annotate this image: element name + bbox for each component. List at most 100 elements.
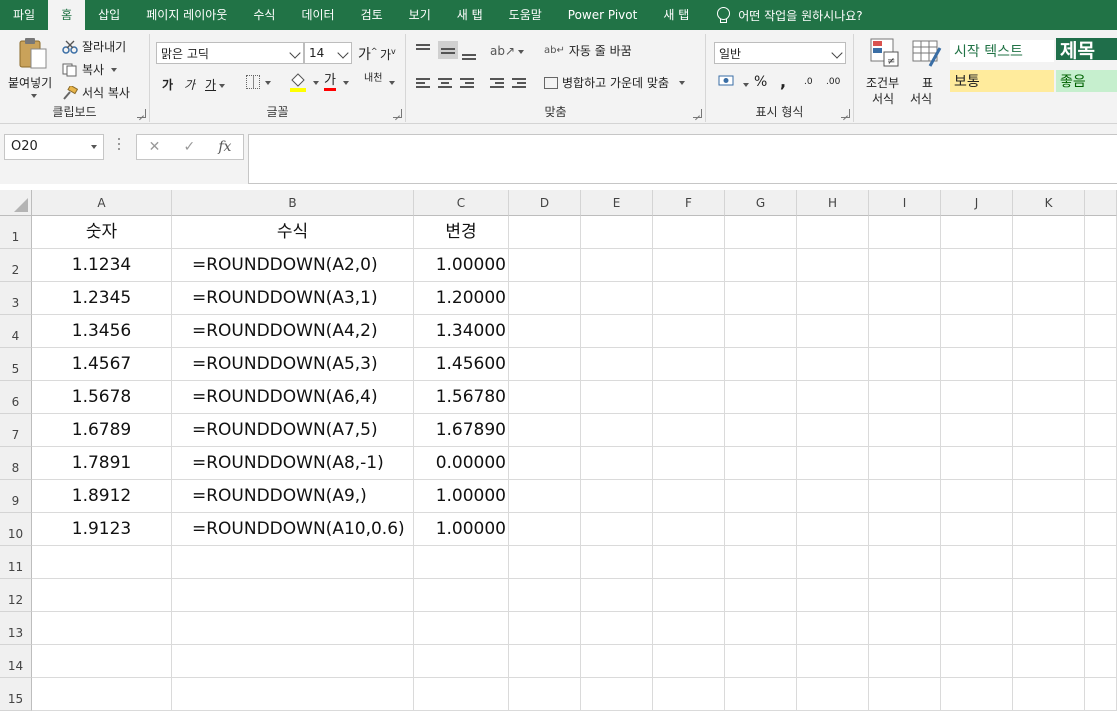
cell-g1[interactable] xyxy=(725,216,797,249)
cell-a7[interactable]: 1.6789 xyxy=(32,414,172,447)
cell-k8[interactable] xyxy=(1013,447,1085,480)
cell-i9[interactable] xyxy=(869,480,941,513)
cell-e7[interactable] xyxy=(581,414,653,447)
cell-j11[interactable] xyxy=(941,546,1013,579)
cell-b2[interactable]: =ROUNDDOWN(A2,0) xyxy=(172,249,414,282)
column-header-f[interactable]: F xyxy=(653,190,725,216)
tab-view[interactable]: 보기 xyxy=(396,0,444,30)
cell-g11[interactable] xyxy=(725,546,797,579)
cell-k11[interactable] xyxy=(1013,546,1085,579)
cell-h4[interactable] xyxy=(797,315,869,348)
align-top-icon[interactable] xyxy=(416,44,430,56)
cell-j3[interactable] xyxy=(941,282,1013,315)
cell-j9[interactable] xyxy=(941,480,1013,513)
format-painter-button[interactable]: 서식 복사 xyxy=(62,84,130,101)
cell-b3[interactable]: =ROUNDDOWN(A3,1) xyxy=(172,282,414,315)
cell-d7[interactable] xyxy=(509,414,581,447)
cell-b14[interactable] xyxy=(172,645,414,678)
cell-f3[interactable] xyxy=(653,282,725,315)
cell-a1[interactable]: 숫자 xyxy=(32,216,172,249)
clipboard-launcher-icon[interactable] xyxy=(137,109,146,118)
row-header-4[interactable]: 4 xyxy=(0,315,32,348)
column-header-h[interactable]: H xyxy=(797,190,869,216)
column-header-g[interactable]: G xyxy=(725,190,797,216)
cell-h9[interactable] xyxy=(797,480,869,513)
row-header-6[interactable]: 6 xyxy=(0,381,32,414)
cell-f13[interactable] xyxy=(653,612,725,645)
row-header-1[interactable]: 1 xyxy=(0,216,32,249)
cell-g7[interactable] xyxy=(725,414,797,447)
cell-c7[interactable]: 1.67890 xyxy=(414,414,509,447)
cell-f7[interactable] xyxy=(653,414,725,447)
cell-e3[interactable] xyxy=(581,282,653,315)
tab-data[interactable]: 데이터 xyxy=(288,0,347,30)
cell-i13[interactable] xyxy=(869,612,941,645)
select-all-button[interactable] xyxy=(0,190,32,216)
cell-d4[interactable] xyxy=(509,315,581,348)
cell-a6[interactable]: 1.5678 xyxy=(32,381,172,414)
cell-b13[interactable] xyxy=(172,612,414,645)
accounting-format-button[interactable] xyxy=(718,74,749,91)
cell-e8[interactable] xyxy=(581,447,653,480)
name-box[interactable]: O20 xyxy=(4,134,104,160)
cell-d5[interactable] xyxy=(509,348,581,381)
font-color-dropdown-icon[interactable] xyxy=(343,81,349,85)
cell-k7[interactable] xyxy=(1013,414,1085,447)
cell-c11[interactable] xyxy=(414,546,509,579)
cell-j10[interactable] xyxy=(941,513,1013,546)
cell-filler[interactable] xyxy=(1085,216,1117,249)
number-launcher-icon[interactable] xyxy=(841,109,850,118)
orientation-button[interactable]: ab↗ xyxy=(490,44,525,58)
align-middle-icon[interactable] xyxy=(438,41,458,59)
cell-e13[interactable] xyxy=(581,612,653,645)
cell-e1[interactable] xyxy=(581,216,653,249)
tab-new-tab-2[interactable]: 새 탭 xyxy=(650,0,702,30)
cell-i12[interactable] xyxy=(869,579,941,612)
formula-bar-resize-handle[interactable] xyxy=(118,138,121,154)
cell-g9[interactable] xyxy=(725,480,797,513)
column-header-b[interactable]: B xyxy=(172,190,414,216)
cell-j14[interactable] xyxy=(941,645,1013,678)
copy-button[interactable]: 복사 xyxy=(62,61,118,78)
cell-a5[interactable]: 1.4567 xyxy=(32,348,172,381)
shrink-font-button[interactable]: 가v xyxy=(380,46,396,63)
row-header-14[interactable]: 14 xyxy=(0,645,32,678)
tab-formulas[interactable]: 수식 xyxy=(240,0,288,30)
cell-e4[interactable] xyxy=(581,315,653,348)
cell-h3[interactable] xyxy=(797,282,869,315)
cell-k13[interactable] xyxy=(1013,612,1085,645)
tab-file[interactable]: 파일 xyxy=(0,0,48,30)
cell-i3[interactable] xyxy=(869,282,941,315)
cell-c4[interactable]: 1.34000 xyxy=(414,315,509,348)
cell-e9[interactable] xyxy=(581,480,653,513)
cell-h12[interactable] xyxy=(797,579,869,612)
format-as-table-button[interactable]: 표 서식 xyxy=(910,36,944,106)
cell-h1[interactable] xyxy=(797,216,869,249)
cell-i15[interactable] xyxy=(869,678,941,711)
paste-dropdown-icon[interactable] xyxy=(31,94,37,98)
cell-b4[interactable]: =ROUNDDOWN(A4,2) xyxy=(172,315,414,348)
cell-b9[interactable]: =ROUNDDOWN(A9,) xyxy=(172,480,414,513)
cell-b5[interactable]: =ROUNDDOWN(A5,3) xyxy=(172,348,414,381)
cell-filler[interactable] xyxy=(1085,381,1117,414)
cell-h10[interactable] xyxy=(797,513,869,546)
underline-button[interactable]: 가 xyxy=(205,76,226,93)
cell-k15[interactable] xyxy=(1013,678,1085,711)
cell-c2[interactable]: 1.00000 xyxy=(414,249,509,282)
cell-h13[interactable] xyxy=(797,612,869,645)
cell-d9[interactable] xyxy=(509,480,581,513)
cell-filler[interactable] xyxy=(1085,645,1117,678)
cell-b8[interactable]: =ROUNDDOWN(A8,-1) xyxy=(172,447,414,480)
fill-color-dropdown-icon[interactable] xyxy=(313,81,319,85)
row-header-8[interactable]: 8 xyxy=(0,447,32,480)
cell-g2[interactable] xyxy=(725,249,797,282)
cell-c5[interactable]: 1.45600 xyxy=(414,348,509,381)
phonetic-guide-button[interactable]: 내천 xyxy=(364,74,382,84)
cell-f2[interactable] xyxy=(653,249,725,282)
cell-d8[interactable] xyxy=(509,447,581,480)
cell-filler[interactable] xyxy=(1085,315,1117,348)
cell-a3[interactable]: 1.2345 xyxy=(32,282,172,315)
cell-e5[interactable] xyxy=(581,348,653,381)
cell-b6[interactable]: =ROUNDDOWN(A6,4) xyxy=(172,381,414,414)
column-header-j[interactable]: J xyxy=(941,190,1013,216)
